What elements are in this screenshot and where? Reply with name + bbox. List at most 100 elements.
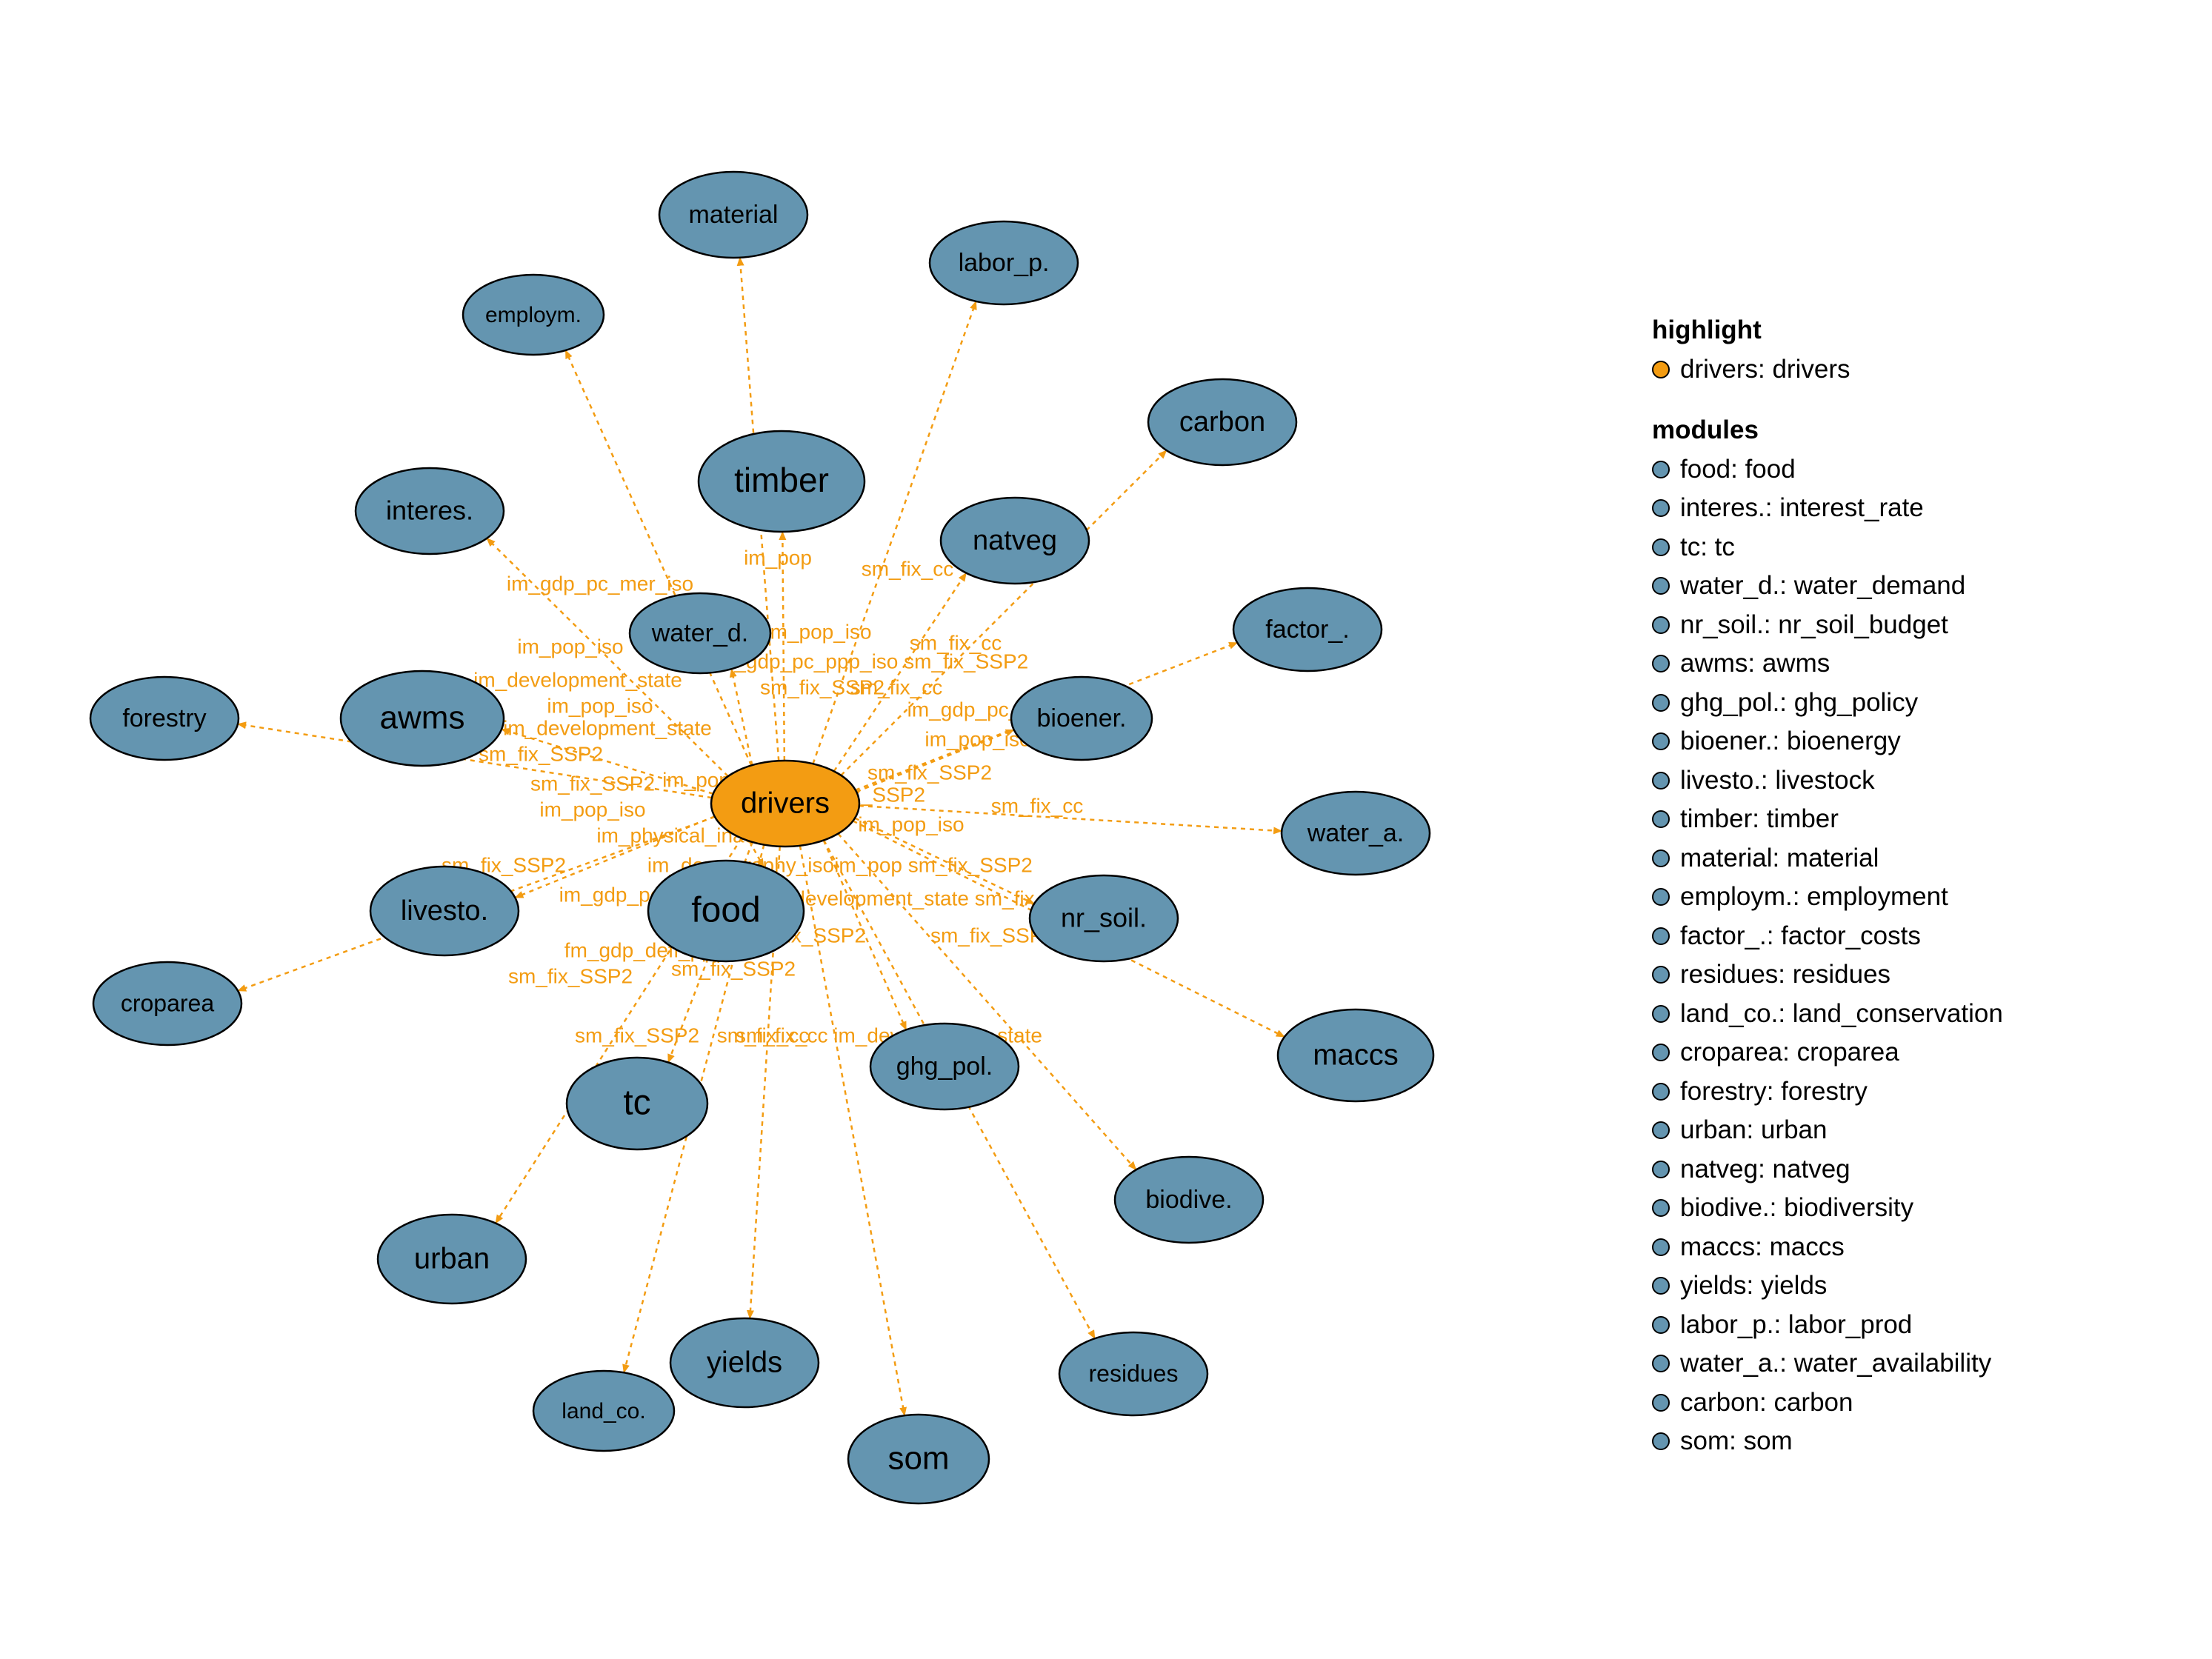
legend-bullet-icon bbox=[1652, 732, 1670, 750]
legend-highlight-item: drivers: drivers bbox=[1652, 350, 2003, 390]
legend-item-label: maccs: maccs bbox=[1680, 1228, 1845, 1267]
legend-module-item: forestry: forestry bbox=[1652, 1072, 2003, 1112]
legend-bullet-icon bbox=[1652, 538, 1670, 556]
node-croparea: croparea bbox=[93, 962, 241, 1045]
edge-label: im_pop bbox=[744, 546, 812, 569]
edge-label: sm_fix_SSP2 bbox=[575, 1024, 699, 1047]
node-land_co: land_co. bbox=[533, 1371, 674, 1451]
legend-item-label: nr_soil.: nr_soil_budget bbox=[1680, 606, 1948, 645]
legend-item-label: livesto.: livestock bbox=[1680, 761, 1875, 801]
edge-water_a bbox=[859, 806, 1282, 831]
legend-module-item: yields: yields bbox=[1652, 1266, 2003, 1306]
node-som: som bbox=[848, 1415, 989, 1503]
node-nr_soil: nr_soil. bbox=[1030, 875, 1178, 961]
node-interes: interes. bbox=[356, 468, 504, 554]
legend-item-label: ghg_pol.: ghg_policy bbox=[1680, 684, 1918, 723]
legend-bullet-icon bbox=[1652, 361, 1670, 378]
legend-item-label: labor_p.: labor_prod bbox=[1680, 1306, 1912, 1345]
edge-label: im_development_state bbox=[473, 668, 682, 691]
node-material: material bbox=[659, 172, 807, 258]
legend-module-item: urban: urban bbox=[1652, 1111, 2003, 1150]
node-awms: awms bbox=[341, 671, 504, 766]
node-factor: factor_. bbox=[1233, 588, 1382, 671]
legend-item-label: bioener.: bioenergy bbox=[1680, 722, 1901, 761]
legend-bullet-icon bbox=[1652, 1355, 1670, 1372]
edge-label: sm_fix_SSP2 bbox=[760, 675, 885, 698]
legend-module-item: maccs: maccs bbox=[1652, 1228, 2003, 1267]
legend-item-label: croparea: croparea bbox=[1680, 1033, 1899, 1072]
edge-nr_soil bbox=[855, 818, 1034, 904]
edge-label: im_pop_iso bbox=[858, 812, 964, 835]
legend-module-item: natveg: natveg bbox=[1652, 1150, 2003, 1189]
edge-bioener bbox=[856, 730, 1014, 792]
node-water_a: water_a. bbox=[1282, 792, 1430, 875]
edge-label: sm_fix_cc bbox=[717, 1024, 809, 1047]
legend-item-label: factor_.: factor_costs bbox=[1680, 917, 1921, 956]
edge-employm bbox=[566, 350, 752, 765]
legend-bullet-icon bbox=[1652, 1121, 1670, 1139]
legend-bullet-icon bbox=[1652, 1005, 1670, 1023]
legend-item-label: food: food bbox=[1680, 450, 1796, 490]
legend-module-item: land_co.: land_conservation bbox=[1652, 995, 2003, 1034]
legend-module-item: water_d.: water_demand bbox=[1652, 567, 2003, 606]
legend-module-item: awms: awms bbox=[1652, 644, 2003, 684]
legend-item-label: timber: timber bbox=[1680, 800, 1839, 839]
legend-bullet-icon bbox=[1652, 577, 1670, 595]
legend-item-label: forestry: forestry bbox=[1680, 1072, 1868, 1112]
legend-bullet-icon bbox=[1652, 655, 1670, 672]
edge-timber bbox=[782, 532, 784, 761]
legend-module-item: biodive.: biodiversity bbox=[1652, 1189, 2003, 1228]
legend-bullet-icon bbox=[1652, 966, 1670, 984]
edge-label: im_pop_iso bbox=[765, 620, 871, 643]
legend-module-item: factor_.: factor_costs bbox=[1652, 917, 2003, 956]
legend-item-label: awms: awms bbox=[1680, 644, 1830, 684]
node-natveg: natveg bbox=[941, 498, 1089, 584]
node-ghg_pol: ghg_pol. bbox=[870, 1024, 1019, 1109]
node-maccs: maccs bbox=[1278, 1009, 1433, 1101]
legend-module-item: labor_p.: labor_prod bbox=[1652, 1306, 2003, 1345]
legend-bullet-icon bbox=[1652, 461, 1670, 478]
legend-module-item: carbon: carbon bbox=[1652, 1383, 2003, 1423]
edge-label: sm_fix_SSP2 bbox=[530, 772, 655, 795]
legend-bullet-icon bbox=[1652, 888, 1670, 906]
edge-label: im_pop_iso bbox=[539, 798, 645, 821]
node-carbon: carbon bbox=[1148, 379, 1296, 465]
legend-item-label: natveg: natveg bbox=[1680, 1150, 1850, 1189]
edge-som bbox=[800, 846, 905, 1415]
node-timber: timber bbox=[699, 431, 865, 532]
legend-item-label: employm.: employment bbox=[1680, 878, 1948, 917]
legend-module-item: residues: residues bbox=[1652, 955, 2003, 995]
legend-module-item: livesto.: livestock bbox=[1652, 761, 2003, 801]
edge-label: sm_fix_cc bbox=[850, 675, 942, 698]
edge-natveg bbox=[834, 573, 966, 772]
edge-label: im_pop_iso bbox=[547, 694, 653, 717]
legend-module-item: ghg_pol.: ghg_policy bbox=[1652, 684, 2003, 723]
node-residues: residues bbox=[1059, 1332, 1207, 1415]
legend-bullet-icon bbox=[1652, 1083, 1670, 1101]
edge-ghg_pol bbox=[824, 841, 906, 1030]
legend-item-label: drivers: drivers bbox=[1680, 350, 1850, 390]
node-food: food bbox=[648, 861, 804, 961]
legend-bullet-icon bbox=[1652, 1394, 1670, 1412]
legend-bullet-icon bbox=[1652, 1432, 1670, 1450]
legend-modules-title: modules bbox=[1652, 411, 2003, 450]
legend-module-item: bioener.: bioenergy bbox=[1652, 722, 2003, 761]
legend-bullet-icon bbox=[1652, 1238, 1670, 1256]
node-tc: tc bbox=[567, 1058, 707, 1149]
edge-label: im_development_state bbox=[503, 716, 712, 739]
node-bioener: bioener. bbox=[1011, 677, 1152, 760]
legend-item-label: urban: urban bbox=[1680, 1111, 1827, 1150]
legend-bullet-icon bbox=[1652, 772, 1670, 790]
legend-module-item: interes.: interest_rate bbox=[1652, 489, 2003, 528]
legend-bullet-icon bbox=[1652, 694, 1670, 712]
legend-bullet-icon bbox=[1652, 1316, 1670, 1334]
legend-module-item: som: som bbox=[1652, 1422, 2003, 1461]
legend-module-item: tc: tc bbox=[1652, 528, 2003, 567]
node-water_d: water_d. bbox=[630, 593, 770, 673]
legend-bullet-icon bbox=[1652, 1044, 1670, 1061]
legend-item-label: tc: tc bbox=[1680, 528, 1735, 567]
legend-bullet-icon bbox=[1652, 927, 1670, 945]
node-labor_p: labor_p. bbox=[930, 221, 1078, 304]
node-biodive: biodive. bbox=[1115, 1157, 1263, 1243]
legend-bullet-icon bbox=[1652, 1277, 1670, 1295]
